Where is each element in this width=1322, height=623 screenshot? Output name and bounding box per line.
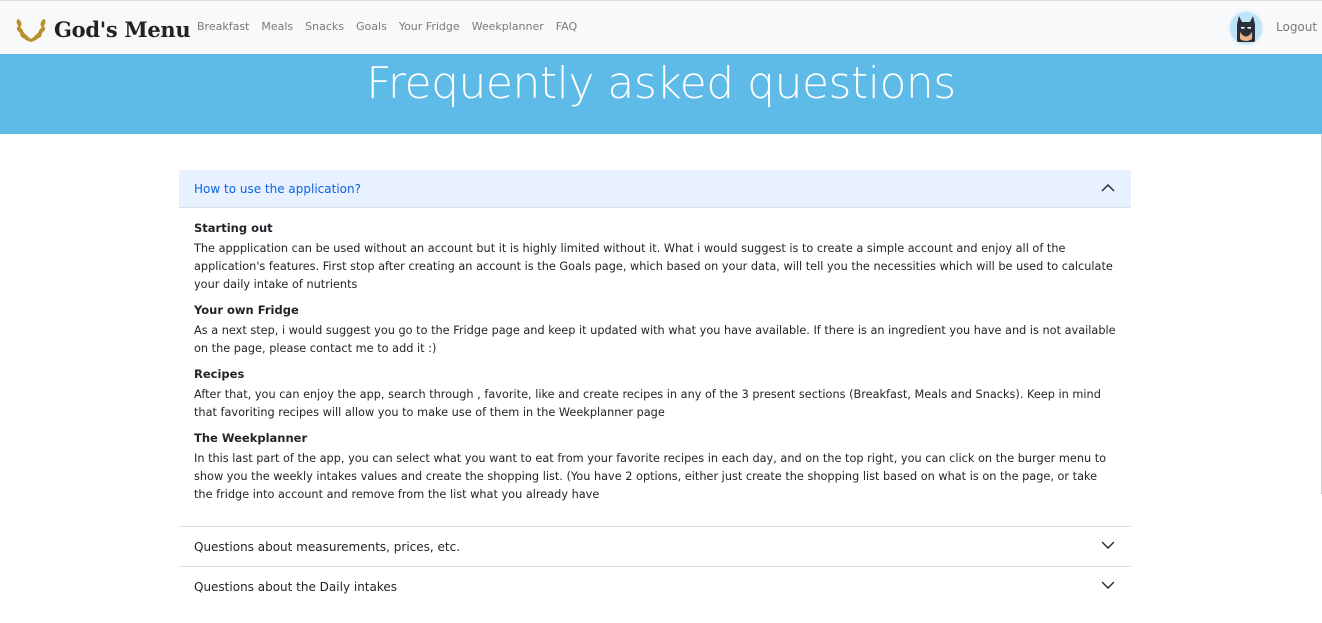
nav-link-fridge[interactable]: Your Fridge [393, 20, 466, 33]
accordion-header-how-to-use[interactable]: How to use the application? [179, 170, 1131, 208]
batman-avatar-icon [1237, 16, 1255, 42]
accordion-header-measurements[interactable]: Questions about measurements, prices, et… [179, 527, 1131, 566]
accordion-header-daily-intakes[interactable]: Questions about the Daily intakes [179, 567, 1131, 606]
section-heading: Recipes [194, 367, 245, 381]
nav-links: Breakfast Meals Snacks Goals Your Fridge… [191, 20, 583, 33]
nav-link-snacks[interactable]: Snacks [299, 20, 350, 33]
accordion-title: Questions about the Daily intakes [194, 579, 398, 594]
nav-link-weekplanner[interactable]: Weekplanner [466, 20, 550, 33]
section-text: After that, you can enjoy the app, searc… [194, 388, 1101, 419]
section-heading: Your own Fridge [194, 303, 299, 317]
nav-link-faq[interactable]: FAQ [550, 20, 583, 33]
nav-link-goals[interactable]: Goals [350, 20, 393, 33]
brand-name: God's Menu [54, 16, 191, 42]
chevron-down-icon [1101, 581, 1115, 589]
nav-link-meals[interactable]: Meals [255, 20, 299, 33]
section-text: The appplication can be used without an … [194, 242, 1113, 291]
page-title: Frequently asked questions [366, 58, 956, 109]
section-heading: Starting out [194, 221, 273, 235]
accordion-item: Questions about the Daily intakes [179, 566, 1131, 606]
section-text: As a next step, i would suggest you go t… [194, 324, 1116, 355]
nav-link-breakfast[interactable]: Breakfast [191, 20, 255, 33]
logout-link[interactable]: Logout [1276, 20, 1317, 34]
accordion-title: How to use the application? [194, 181, 361, 196]
brand-link[interactable]: God's Menu [14, 13, 191, 45]
faq-accordion: How to use the application? Starting out… [179, 170, 1131, 606]
chevron-down-icon [1101, 541, 1115, 549]
accordion-title: Questions about measurements, prices, et… [194, 539, 461, 554]
accordion-body: Starting out The appplication can be use… [179, 208, 1131, 526]
laurel-wreath-icon [16, 19, 46, 42]
navbar: God's Menu Breakfast Meals Snacks Goals … [0, 0, 1322, 54]
accordion-item: Questions about measurements, prices, et… [179, 526, 1131, 566]
avatar[interactable] [1228, 10, 1264, 46]
section-heading: The Weekplanner [194, 431, 308, 445]
hero-banner: Frequently asked questions [0, 54, 1322, 134]
accordion-item: How to use the application? Starting out… [179, 170, 1131, 526]
chevron-up-icon [1101, 184, 1115, 192]
section-text: In this last part of the app, you can se… [194, 452, 1107, 501]
